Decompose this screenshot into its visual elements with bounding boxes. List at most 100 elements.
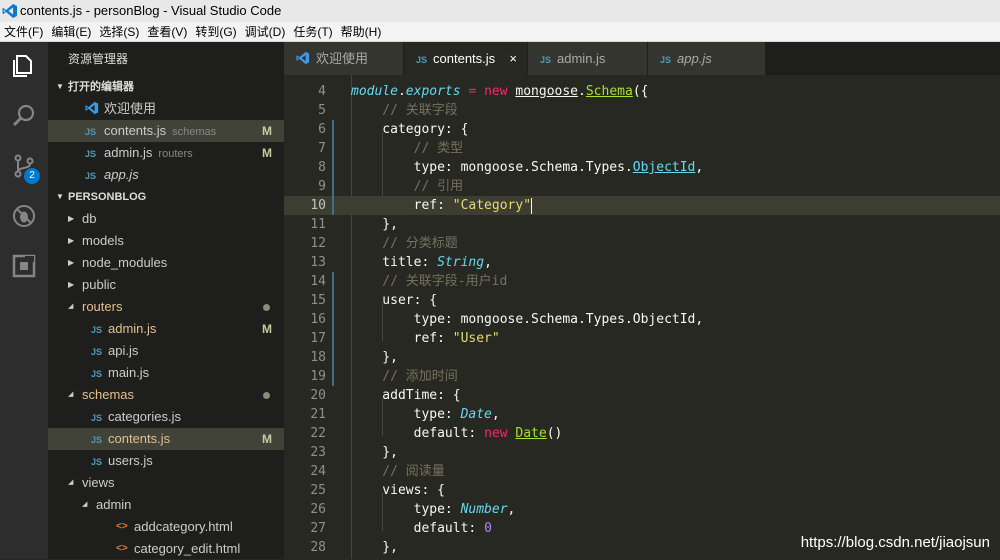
code-token: views: { [351,483,445,498]
menu-item[interactable]: 任务(T) [289,22,336,42]
js-file-icon: JS [91,369,103,379]
vscode-icon [296,51,310,67]
code-token: // 添加时间 [351,369,458,384]
code-text: default: new Date() [351,424,563,443]
file-item[interactable]: JS api.js [48,340,284,362]
code-token: Date [460,407,492,422]
file-item[interactable]: <> addcategory.html [48,516,284,538]
code-token: Date [515,426,547,441]
tab-contentsjs[interactable]: JS contents.js × [404,42,528,75]
code-token: , [491,407,500,422]
menu-item[interactable]: 调试(D) [241,22,290,42]
menu-item[interactable]: 选择(S) [95,22,143,42]
code-line: 10 ref: "Category" [284,196,1000,215]
tree-label: node_modules [82,255,168,270]
code-token: , [484,255,492,270]
file-name: admin.js [104,145,153,160]
js-file-icon: JS [416,55,428,65]
menu-item[interactable]: 转到(G) [191,22,240,42]
code-editor[interactable]: 4 module.exports = new mongoose.Schema({5… [284,75,1000,559]
project-header[interactable]: ▼ PERSONBLOG [48,186,284,208]
open-editor-item[interactable]: JS admin.js routers M [48,142,284,164]
tab-welcome[interactable]: 欢迎使用 [284,42,404,75]
code-line: 14 // 关联字段-用户id [284,272,1000,291]
explorer-title: 资源管理器 [68,52,129,66]
open-editor-item[interactable]: 欢迎使用 [48,98,284,120]
file-name: contents.js [104,123,167,138]
folder-item[interactable]: ▶ node_modules [48,252,284,274]
git-change-marker [332,329,334,348]
tab-label: admin.js [557,51,606,66]
js-file-icon: JS [85,149,97,159]
file-item[interactable]: JS users.js [48,450,284,472]
search-icon[interactable] [0,92,48,140]
line-number: 27 [310,521,326,536]
code-token: }, [351,217,398,232]
menu-item[interactable]: 查看(V) [143,22,191,42]
explorer-icon[interactable] [0,42,48,90]
debug-icon[interactable] [0,192,48,240]
source-control-icon[interactable]: 2 [0,142,48,190]
folder-item[interactable]: ◢ admin [48,494,284,516]
file-name: 欢迎使用 [104,101,157,116]
open-editor-item[interactable]: JS app.js [48,164,284,186]
file-item[interactable]: JS contents.js M [48,428,284,450]
js-file-icon: JS [540,55,552,65]
code-token: new [484,426,508,441]
tab-adminjs[interactable]: JS admin.js [528,42,648,75]
extensions-icon[interactable] [0,242,48,290]
code-line: 8 type: mongoose.Schema.Types.ObjectId, [284,158,1000,177]
git-change-marker [332,272,334,291]
file-item[interactable]: JS admin.js M [48,318,284,340]
code-text: // 引用 [351,177,463,196]
line-number: 12 [310,236,326,251]
line-number: 23 [310,445,326,460]
js-file-icon: JS [91,435,103,445]
menu-item[interactable]: 编辑(E) [47,22,95,42]
code-token: module [351,84,398,99]
code-line: 13 title: String, [284,253,1000,272]
js-file-icon: JS [85,127,97,137]
file-item[interactable]: JS categories.js [48,406,284,428]
code-line: 21 type: Date, [284,405,1000,424]
code-text: // 分类标题 [351,234,458,253]
tab-label: 欢迎使用 [316,51,369,66]
folder-item[interactable]: ▶ db [48,208,284,230]
tab-appjs[interactable]: JS app.js [648,42,766,75]
tree-label: models [82,233,124,248]
folder-item[interactable]: ◢ routers [48,296,284,318]
code-text: // 添加时间 [351,367,458,386]
code-token: default: [351,426,485,441]
menu-item[interactable]: 帮助(H) [337,22,386,42]
open-editor-item[interactable]: JS contents.js schemas M [48,120,284,142]
folder-item[interactable]: ◢ schemas [48,384,284,406]
folder-item[interactable]: ▶ models [48,230,284,252]
line-number: 9 [318,179,326,194]
open-editor-label: 欢迎使用 [104,98,156,120]
code-token: // 类型 [351,141,464,156]
code-token: default: [351,521,485,536]
chevron-down-icon: ▼ [56,192,64,201]
code-token: "User" [452,331,500,346]
code-token: }, [351,540,398,555]
code-token: }, [351,445,398,460]
folder-item[interactable]: ◢ views [48,472,284,494]
code-token: new [484,84,508,99]
open-editors-header[interactable]: ▼ 打开的编辑器 [48,76,284,98]
menu-item[interactable]: 文件(F) [0,22,47,42]
git-change-marker [332,310,334,329]
folder-item[interactable]: ▶ public [48,274,284,296]
code-text: views: { [351,481,445,500]
file-item[interactable]: <> category_edit.html [48,538,284,560]
close-icon[interactable]: × [509,42,517,75]
file-item[interactable]: JS main.js [48,362,284,384]
git-change-marker [332,196,334,215]
js-file-icon: JS [91,347,103,357]
git-change-marker [332,367,334,386]
modified-mark: M [262,124,272,138]
code-text: // 阅读量 [351,462,445,481]
scm-badge: 2 [24,168,40,184]
code-line: 5 // 关联字段 [284,101,1000,120]
watermark: https://blog.csdn.net/jiaojsun [800,534,990,551]
chevron-down-icon: ◢ [82,501,88,508]
